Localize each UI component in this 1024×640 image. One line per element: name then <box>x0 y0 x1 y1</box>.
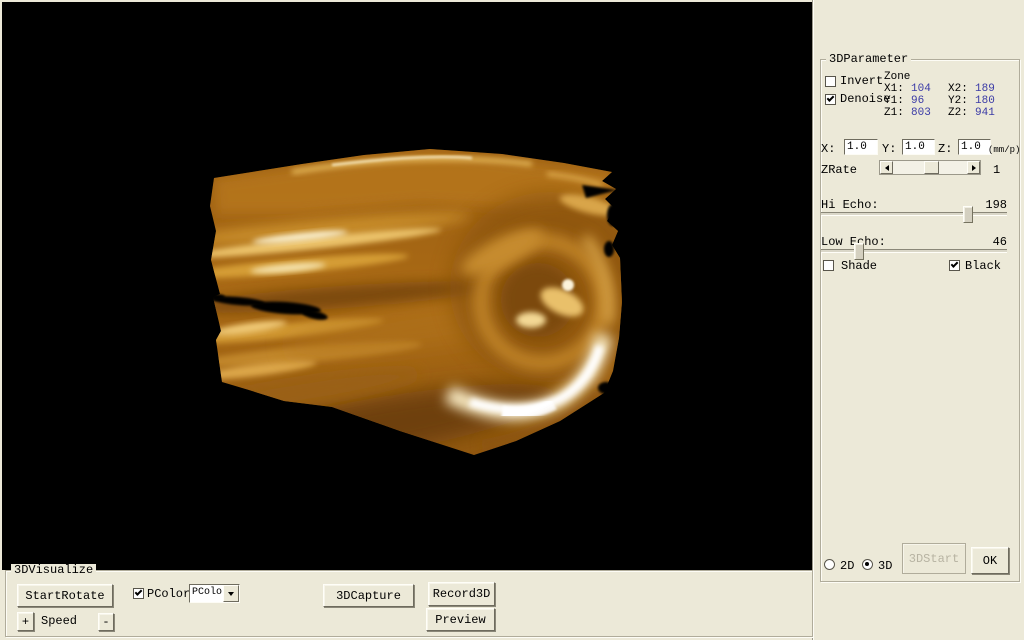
y-scale-label: Y: <box>882 143 896 155</box>
mode-2d-radio[interactable] <box>824 559 835 570</box>
hi-echo-value: 198 <box>973 199 1007 211</box>
zrate-scroll-right-button[interactable] <box>967 161 980 174</box>
shade-checkbox[interactable] <box>823 260 834 271</box>
capture-3d-button[interactable]: 3DCapture <box>323 584 414 607</box>
black-label: Black <box>965 260 1001 272</box>
pcolor-label: PColor <box>147 588 190 600</box>
pcolor-checkbox[interactable] <box>133 588 144 599</box>
mode-3d-label: 3D <box>878 560 892 572</box>
zone-x2: X2:189 <box>948 83 1018 95</box>
start-rotate-button[interactable]: StartRotate <box>17 584 113 607</box>
hi-echo-slider-track[interactable] <box>821 212 1007 216</box>
zone-y1: Y1:96 <box>884 95 948 107</box>
zone-y2: Y2:180 <box>948 95 1018 107</box>
visualize-group-title: 3DVisualize <box>11 564 96 576</box>
parameter-panel: 3DParameter Invert Denoise Zone X1:104 X… <box>813 0 1024 640</box>
scale-unit-label: (mm/p) <box>988 144 1020 156</box>
shade-label: Shade <box>841 260 877 272</box>
zrate-label: ZRate <box>821 164 857 176</box>
x-scale-input[interactable] <box>844 139 878 155</box>
mode-2d-label: 2D <box>840 560 854 572</box>
speed-decrease-button[interactable]: - <box>98 613 114 631</box>
parameter-groupbox: 3DParameter Invert Denoise Zone X1:104 X… <box>820 59 1020 582</box>
preview-button[interactable]: Preview <box>426 608 495 631</box>
scroll-right-icon <box>972 165 979 171</box>
z-scale-label: Z: <box>938 143 952 155</box>
invert-checkbox[interactable] <box>825 76 836 87</box>
invert-label: Invert <box>840 75 883 87</box>
zone-x1: X1:104 <box>884 83 948 95</box>
zrate-scroll-left-button[interactable] <box>880 161 893 174</box>
zrate-scrollbar-thumb[interactable] <box>924 161 939 174</box>
hi-echo-label: Hi Echo: <box>821 199 879 211</box>
application-window: { "viewport": { "background": "#000000",… <box>0 0 1024 640</box>
low-echo-value: 46 <box>973 236 1007 248</box>
zone-z2: Z2:941 <box>948 107 1018 119</box>
dropdown-arrow-icon <box>228 592 234 599</box>
render-viewport[interactable] <box>2 2 813 570</box>
ok-button[interactable]: OK <box>971 547 1009 574</box>
z-scale-input[interactable] <box>958 139 991 155</box>
hi-echo-slider-thumb[interactable] <box>963 206 973 223</box>
volume-render <box>2 2 813 570</box>
zone-grid: X1:104 X2:189 Y1:96 Y2:180 Z1:803 Z2:941 <box>884 83 1018 119</box>
zrate-value: 1 <box>993 164 1000 176</box>
pcolor-dropdown[interactable]: PColor <box>189 584 240 603</box>
low-echo-slider-thumb[interactable] <box>854 243 864 260</box>
denoise-checkbox[interactable] <box>825 94 836 105</box>
pcolor-dropdown-button[interactable] <box>223 585 239 602</box>
x-scale-label: X: <box>821 143 835 155</box>
speed-label: Speed <box>41 615 77 627</box>
y-scale-input[interactable] <box>902 139 935 155</box>
zrate-scrollbar[interactable] <box>879 160 981 175</box>
visualize-groupbox: 3DVisualize StartRotate PColor PColor 3D… <box>5 570 813 637</box>
record-3d-button[interactable]: Record3D <box>428 582 495 606</box>
speed-increase-button[interactable]: + <box>17 612 34 631</box>
parameter-group-title: 3DParameter <box>826 53 911 65</box>
zone-label: Zone <box>884 71 910 83</box>
denoise-label: Denoise <box>840 93 890 105</box>
low-echo-slider-track[interactable] <box>821 249 1007 253</box>
black-checkbox[interactable] <box>949 260 960 271</box>
mode-3d-radio[interactable] <box>862 559 873 570</box>
pcolor-dropdown-value: PColor <box>190 585 223 602</box>
start-3d-button[interactable]: 3DStart <box>902 543 966 574</box>
scroll-left-icon <box>882 165 889 171</box>
zone-z1: Z1:803 <box>884 107 948 119</box>
